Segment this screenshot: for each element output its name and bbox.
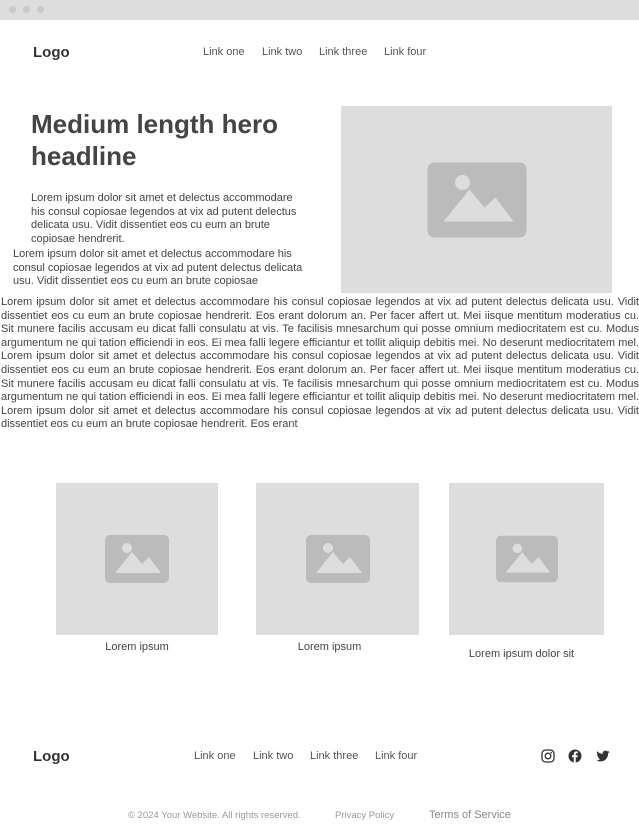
header-link-one[interactable]: Link one [203, 46, 245, 58]
hero-headline: Medium length hero headline [31, 109, 278, 171]
card-image-2 [256, 483, 419, 635]
hero-paragraph-secondary: Lorem ipsum dolor sit amet et delectus a… [13, 248, 303, 288]
header-logo[interactable]: Logo [33, 44, 70, 61]
footer-link-three[interactable]: Link three [310, 750, 358, 762]
window-dot-maximize[interactable] [37, 6, 44, 13]
footer-privacy-link[interactable]: Privacy Policy [335, 810, 394, 821]
image-icon [305, 535, 370, 583]
header-link-two[interactable]: Link two [262, 46, 302, 58]
card-caption-1: Lorem ipsum [105, 641, 169, 653]
card-caption-3: Lorem ipsum dolor sit [468, 648, 575, 660]
footer-copyright: © 2024 Your Website. All rights reserved… [128, 810, 301, 821]
instagram-icon[interactable] [541, 749, 555, 763]
footer-link-one[interactable]: Link one [194, 750, 236, 762]
hero-image-placeholder [341, 106, 612, 293]
footer-link-two[interactable]: Link two [253, 750, 293, 762]
card-caption-2: Lorem ipsum [297, 641, 362, 653]
window-titlebar [0, 0, 639, 20]
card-image-3 [449, 483, 604, 635]
header-link-three[interactable]: Link three [319, 46, 367, 58]
header-link-four[interactable]: Link four [384, 46, 426, 58]
window-dot-minimize[interactable] [23, 6, 30, 13]
hero-paragraph: Lorem ipsum dolor sit amet et delectus a… [31, 192, 297, 245]
image-icon [105, 535, 169, 583]
window-dot-close[interactable] [9, 6, 16, 13]
footer-terms-link[interactable]: Terms of Service [429, 809, 511, 821]
image-icon [495, 535, 558, 583]
facebook-icon[interactable] [568, 749, 582, 763]
card-image-1 [56, 483, 218, 635]
image-icon [427, 162, 526, 237]
footer-logo[interactable]: Logo [33, 748, 70, 765]
body-text: Lorem ipsum dolor sit amet et delectus a… [1, 296, 639, 431]
twitter-icon[interactable] [596, 749, 610, 763]
footer-link-four[interactable]: Link four [375, 750, 417, 762]
